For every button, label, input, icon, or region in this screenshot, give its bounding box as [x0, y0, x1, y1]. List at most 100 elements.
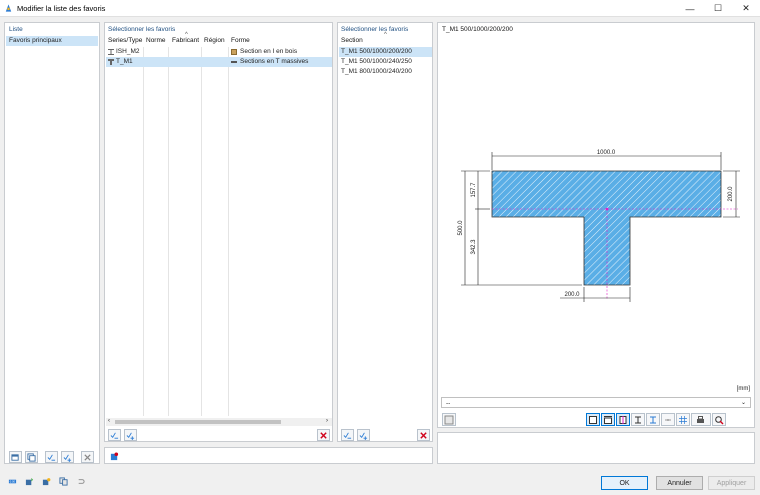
cancel-button[interactable]: Annuler	[656, 476, 703, 490]
section-row[interactable]: T_M1 500/1000/240/250	[339, 57, 432, 67]
delete-section-button[interactable]	[417, 429, 430, 441]
minimize-button[interactable]: —	[676, 0, 704, 17]
show-axes-button[interactable]	[616, 413, 630, 426]
dim-bottom-label: 342.3	[471, 239, 477, 255]
info-icon	[110, 451, 119, 460]
section-panel: Sélectionner les favoris ^ Section T_M1 …	[337, 22, 433, 442]
check-all-button[interactable]	[45, 451, 58, 463]
list-toolbar	[9, 451, 94, 463]
display-toolbar	[586, 413, 726, 426]
horizontal-scrollbar[interactable]: ‹ ›	[106, 418, 332, 426]
axes-icon	[619, 415, 627, 424]
new-list-icon	[11, 453, 19, 461]
col-divider	[168, 47, 169, 416]
show-grid-button[interactable]	[676, 413, 690, 426]
uncheck-all-icon	[63, 454, 72, 462]
preview-dropdown[interactable]: -- ⌄	[441, 397, 751, 408]
col-header-forme[interactable]: Forme	[231, 37, 250, 44]
window-title: Modifier la liste des favoris	[17, 4, 106, 13]
section-row[interactable]: T_M1 800/1000/240/200	[339, 67, 432, 77]
ok-button[interactable]: OK	[601, 476, 648, 490]
timber-icon	[231, 49, 237, 55]
row-name: ISH_M2	[116, 48, 140, 55]
table-row[interactable]: ISH_M2 Section en I en bois	[106, 47, 332, 57]
section-toolbar	[341, 429, 370, 441]
list-item[interactable]: Favoris principaux	[6, 36, 98, 46]
t-section-shape	[491, 170, 722, 286]
maximize-button[interactable]: ☐	[704, 0, 732, 17]
col-header-fabricant[interactable]: Fabricant	[172, 37, 199, 44]
uncheck-all-icon	[359, 432, 368, 440]
apply-button[interactable]: Appliquer	[708, 476, 755, 490]
table-row[interactable]: T_M1 Sections en T massives	[106, 57, 332, 67]
app-icon	[5, 4, 12, 12]
col-header-norme[interactable]: Norme	[146, 37, 166, 44]
delete-list-button[interactable]	[81, 451, 94, 463]
uncheck-all-button[interactable]	[357, 429, 370, 441]
uncheck-all-button[interactable]	[61, 451, 74, 463]
uncheck-all-button[interactable]	[124, 429, 137, 441]
info-panel	[437, 432, 755, 464]
close-button[interactable]: ✕	[732, 0, 760, 17]
section-row[interactable]: T_M1 500/1000/200/200	[339, 47, 432, 57]
units-button[interactable]: 0.00	[6, 475, 19, 487]
dropdown-value: --	[446, 400, 451, 407]
dim-width-label: 1000.0	[597, 150, 616, 156]
show-stress-points-button[interactable]	[661, 413, 675, 426]
show-section-button[interactable]	[586, 413, 600, 426]
units-icon: 0.00	[8, 479, 17, 483]
scroll-thumb[interactable]	[115, 420, 281, 424]
delete-icon	[320, 431, 327, 439]
print-icon	[697, 415, 704, 423]
info-bar	[104, 447, 433, 464]
view-settings-button[interactable]	[442, 413, 456, 426]
sort-arrow-icon: ^	[384, 32, 387, 38]
dim-flange-label: 200.0	[728, 186, 734, 202]
uncheck-all-icon	[126, 432, 135, 440]
export-icon	[42, 477, 51, 485]
section-panel-title: Sélectionner les favoris	[341, 26, 409, 33]
new-list-button[interactable]	[9, 451, 22, 463]
centroid-point	[605, 207, 609, 211]
show-edges-button[interactable]	[646, 413, 660, 426]
scroll-right-icon[interactable]: ›	[326, 418, 328, 424]
col-divider	[143, 47, 144, 416]
title-bar: Modifier la liste des favoris — ☐ ✕	[0, 0, 760, 17]
dim-top-label: 157.7	[471, 182, 477, 198]
favorites-toolbar	[108, 429, 137, 441]
row-forme: Sections en T massives	[240, 58, 309, 65]
export-button[interactable]	[40, 475, 53, 487]
view-settings-icon	[444, 415, 454, 424]
favorites-panel-title: Sélectionner les favoris	[108, 26, 176, 33]
print-button[interactable]	[691, 413, 711, 426]
delete-favorite-button[interactable]	[317, 429, 330, 441]
copy-list-button[interactable]	[25, 451, 38, 463]
check-all-button[interactable]	[108, 429, 121, 441]
show-dimensions-button[interactable]	[601, 413, 615, 426]
points-icon	[635, 416, 641, 423]
import-button[interactable]	[23, 475, 36, 487]
dimensions-icon	[604, 415, 612, 424]
show-points-button[interactable]	[631, 413, 645, 426]
i-section-icon	[108, 49, 114, 55]
col-header-region[interactable]: Région	[204, 37, 225, 44]
scroll-left-icon[interactable]: ‹	[108, 418, 110, 424]
undo-icon	[78, 478, 85, 484]
t-shape-icon	[231, 61, 237, 63]
section-drawing: 1000.0 200.0 500.0 157.7 342.3 200.0	[458, 150, 740, 302]
dim-web-label: 200.0	[564, 292, 580, 298]
list-panel-title: Liste	[9, 26, 23, 33]
grid-icon	[679, 415, 687, 424]
library-button[interactable]	[57, 475, 70, 487]
svg-text:0.00: 0.00	[10, 479, 16, 483]
dim-height-label: 500.0	[458, 220, 464, 236]
copy-list-icon	[27, 452, 36, 462]
col-divider	[228, 47, 229, 416]
undo-button[interactable]	[74, 475, 87, 487]
info-button[interactable]	[108, 450, 121, 462]
check-all-button[interactable]	[341, 429, 354, 441]
stress-points-icon	[665, 418, 671, 421]
col-header-section[interactable]: Section	[341, 37, 363, 44]
reset-view-button[interactable]	[712, 413, 726, 426]
col-header-series[interactable]: Series/Type	[108, 37, 142, 44]
